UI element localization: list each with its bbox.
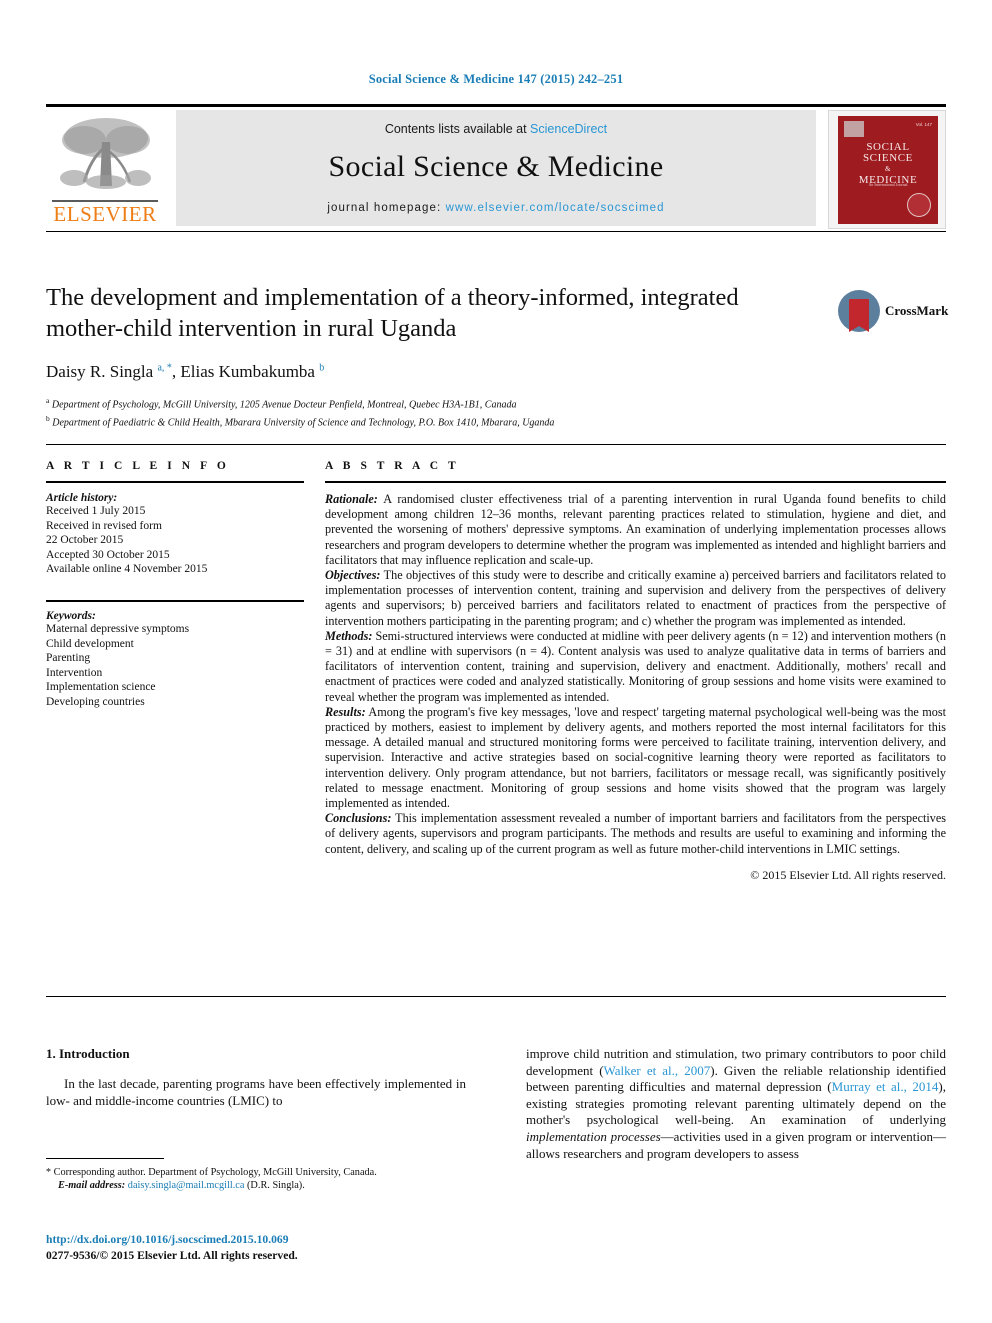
body-column-left: 1. Introduction In the last decade, pare… <box>46 1046 466 1109</box>
abstract-section-text: Among the program's five key messages, '… <box>325 704 946 811</box>
journal-homepage-link[interactable]: www.elsevier.com/locate/socscimed <box>446 202 665 214</box>
keyword-item: Child development <box>46 637 134 650</box>
affiliation-marker-b: b <box>46 413 50 423</box>
journal-title: Social Science & Medicine <box>328 150 664 183</box>
abstract-heading: A B S T R A C T <box>325 460 460 472</box>
history-line: Received 1 July 2015 <box>46 505 146 517</box>
keyword-item: Implementation science <box>46 681 156 694</box>
sciencedirect-link[interactable]: ScienceDirect <box>530 122 607 136</box>
article-info-column: A R T I C L E I N F O Article history: R… <box>46 460 304 710</box>
masthead-band: Contents lists available at ScienceDirec… <box>176 110 816 226</box>
section-heading-introduction: 1. Introduction <box>46 1046 130 1061</box>
email-owner: (D.R. Singla). <box>247 1180 305 1192</box>
running-head: Social Science & Medicine 147 (2015) 242… <box>368 72 624 86</box>
keyword-item: Intervention <box>46 666 103 679</box>
footnote-rule <box>46 1158 164 1159</box>
keyword-item: Developing countries <box>46 695 145 708</box>
footnote-block: * Corresponding author. Department of Ps… <box>46 1158 466 1193</box>
keywords-rule <box>46 599 304 602</box>
journal-masthead: ELSEVIER Contents lists available at Sci… <box>46 104 946 234</box>
history-line: Accepted 30 October 2015 <box>46 548 170 561</box>
abstract-section: Results: Among the program's five key me… <box>325 705 946 811</box>
abstract-section: Conclusions: This implementation assessm… <box>325 811 946 857</box>
cover-issue-label: Vol. 147 <box>915 122 932 127</box>
doi-link[interactable]: http://dx.doi.org/10.1016/j.socscimed.20… <box>46 1233 546 1246</box>
homepage-prefix: journal homepage: <box>327 202 446 214</box>
abstract-rule <box>325 481 946 483</box>
affiliation-marker-a: a <box>46 396 50 405</box>
article-history-label: Article history: <box>46 492 118 504</box>
abstract-section-label: Methods: <box>325 628 373 643</box>
contents-prefix: Contents lists available at <box>384 122 531 136</box>
author-list: Daisy R. Singla a, *, Elias Kumbakumba b <box>46 362 325 381</box>
email-label: E-mail address: <box>58 1180 126 1192</box>
cover-subtitle: An International Journal <box>868 182 908 187</box>
history-line: Available online 4 November 2015 <box>46 563 208 576</box>
corresponding-author-note: * Corresponding author. Department of Ps… <box>46 1167 377 1178</box>
crossmark-badge[interactable]: CrossMark <box>838 288 948 336</box>
intro-paragraph-right: improve child nutrition and stimulation,… <box>526 1046 946 1161</box>
journal-cover-thumbnail[interactable]: Vol. 147 SOCIAL SCIENCE & MEDICINE An In… <box>828 110 946 229</box>
elsevier-tree-icon <box>60 118 151 189</box>
abstract-section-text: A randomised cluster effectiveness trial… <box>325 492 946 567</box>
keyword-item: Parenting <box>46 652 91 665</box>
history-line: Received in revised form <box>46 519 162 532</box>
abstract-section-label: Rationale: <box>325 492 378 506</box>
history-line: 22 October 2015 <box>46 534 124 547</box>
page-title: The development and implementation of a … <box>46 284 739 342</box>
body-column-right: improve child nutrition and stimulation,… <box>526 1046 946 1162</box>
abstract-section-bottom-rule <box>46 996 946 997</box>
journal-homepage-line: journal homepage: www.elsevier.com/locat… <box>176 202 816 214</box>
crossmark-circle-icon <box>838 290 880 332</box>
intro-paragraph-left: In the last decade, parenting programs h… <box>46 1076 466 1108</box>
keywords-label: Keywords: <box>46 609 96 622</box>
affiliation-list: a Department of Psychology, McGill Unive… <box>46 394 946 430</box>
article-history-list: Received 1 July 2015 Received in revised… <box>46 504 304 577</box>
affiliation-a: Department of Psychology, McGill Univers… <box>51 399 517 411</box>
crossmark-label: CrossMark <box>885 303 949 318</box>
email-link[interactable]: daisy.singla@mail.mcgill.ca <box>128 1180 245 1191</box>
masthead-top-rule <box>46 104 946 107</box>
abstract-section-text: Semi-structured interviews were conducte… <box>325 628 946 704</box>
abstract-section: Objectives: The objectives of this study… <box>325 568 946 629</box>
cover-title-line2: SCIENCE <box>862 152 914 164</box>
article-page: Social Science & Medicine 147 (2015) 242… <box>0 0 992 1323</box>
title-block: The development and implementation of a … <box>46 282 946 430</box>
keyword-item: Maternal depressive symptoms <box>46 622 190 635</box>
cover-seal-icon <box>907 193 931 217</box>
abstract-section: Methods: Semi-structured interviews were… <box>325 629 946 705</box>
abstract-column: A B S T R A C T Rationale: A randomised … <box>325 460 946 883</box>
issn-copyright-line: 0277-9536/© 2015 Elsevier Ltd. All right… <box>46 1249 298 1262</box>
abstract-section-text: This implementation assessment revealed … <box>325 811 946 856</box>
elsevier-logo: ELSEVIER <box>46 110 164 230</box>
abstract-body: Rationale: A randomised cluster effectiv… <box>325 492 946 857</box>
abstract-section-label: Objectives: <box>325 568 381 583</box>
abstract-section: Rationale: A randomised cluster effectiv… <box>325 492 946 568</box>
abstract-section-label: Results: <box>325 704 366 719</box>
email-note: E-mail address: daisy.singla@mail.mcgill… <box>46 1179 466 1192</box>
article-info-heading: A R T I C L E I N F O <box>46 460 230 472</box>
article-info-rule <box>46 481 304 483</box>
journal-cover-art: Vol. 147 SOCIAL SCIENCE & MEDICINE An In… <box>838 116 938 224</box>
contents-available-line: Contents lists available at ScienceDirec… <box>176 122 816 136</box>
abstract-copyright: © 2015 Elsevier Ltd. All rights reserved… <box>750 867 946 882</box>
abstract-section-top-rule <box>46 444 946 445</box>
abstract-section-text: The objectives of this study were to des… <box>325 568 946 628</box>
cover-title: SOCIAL SCIENCE & MEDICINE <box>838 142 938 186</box>
elsevier-wordmark: ELSEVIER <box>53 202 157 226</box>
crossmark-book-icon <box>849 299 869 332</box>
cover-elsevier-mark-icon <box>844 121 864 137</box>
abstract-section-label: Conclusions: <box>325 811 392 826</box>
doi-block: http://dx.doi.org/10.1016/j.socscimed.20… <box>46 1233 546 1262</box>
masthead-bottom-rule <box>46 231 946 232</box>
affiliation-b: Department of Paediatric & Child Health,… <box>52 417 555 429</box>
keywords-list: Maternal depressive symptoms Child devel… <box>46 622 304 710</box>
